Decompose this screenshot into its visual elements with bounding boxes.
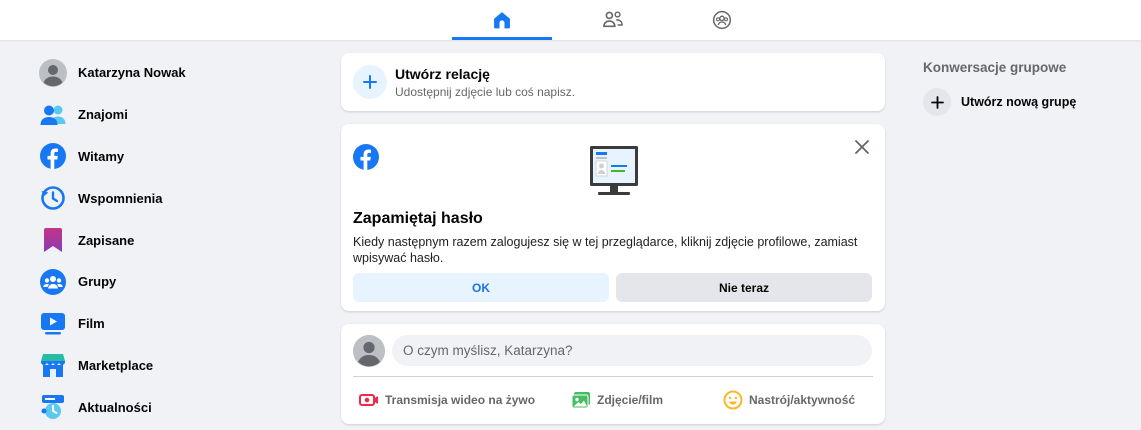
sidebar-item-welcome[interactable]: Witamy bbox=[30, 136, 300, 178]
memories-clock-icon bbox=[39, 184, 67, 212]
monitor-illustration bbox=[581, 144, 647, 205]
tab-groups[interactable] bbox=[672, 0, 772, 40]
photo-video-label: Zdjęcie/film bbox=[597, 393, 664, 407]
sidebar-item-label: Zapisane bbox=[78, 232, 135, 248]
sidebar-item-friends[interactable]: Znajomi bbox=[30, 94, 300, 136]
top-navigation bbox=[0, 0, 1141, 40]
divider bbox=[353, 376, 873, 377]
sidebar-item-saved[interactable]: Zapisane bbox=[30, 219, 300, 261]
sidebar-item-video[interactable]: Film bbox=[30, 303, 300, 345]
sidebar-item-label: Znajomi bbox=[78, 107, 128, 123]
bookmark-icon bbox=[39, 226, 67, 254]
groups-icon bbox=[39, 268, 67, 296]
story-title: Utwórz relację bbox=[395, 66, 490, 82]
create-story-card[interactable]: Utwórz relację Udostępnij zdjęcie lub co… bbox=[341, 53, 885, 111]
sidebar-item-profile[interactable]: Katarzyna Nowak bbox=[30, 52, 300, 94]
marketplace-icon bbox=[39, 351, 67, 379]
group-conversations-title: Konwersacje grupowe bbox=[923, 60, 1067, 75]
news-feed-icon bbox=[39, 393, 67, 421]
sidebar-item-news-feed[interactable]: Aktualności bbox=[30, 386, 300, 428]
remember-title: Zapamiętaj hasło bbox=[353, 210, 483, 227]
feeling-activity-button[interactable]: Nastrój/aktywność bbox=[723, 386, 855, 414]
sidebar-item-label: Aktualności bbox=[78, 399, 152, 415]
sidebar-item-label: Grupy bbox=[78, 274, 117, 290]
feeling-icon bbox=[723, 390, 743, 410]
home-icon bbox=[494, 12, 510, 29]
photo-video-button[interactable]: Zdjęcie/film bbox=[571, 386, 663, 414]
not-now-button[interactable]: Nie teraz bbox=[616, 273, 872, 302]
close-icon bbox=[855, 140, 869, 154]
live-video-button[interactable]: Transmisja wideo na żywo bbox=[359, 386, 535, 414]
ok-button[interactable]: OK bbox=[353, 273, 609, 302]
sidebar-item-label: Marketplace bbox=[78, 357, 154, 373]
sidebar-item-label: Witamy bbox=[78, 148, 125, 164]
live-video-label: Transmisja wideo na żywo bbox=[385, 393, 536, 407]
close-button[interactable] bbox=[851, 136, 873, 158]
plus-icon bbox=[923, 88, 951, 116]
plus-icon bbox=[353, 65, 387, 99]
photo-icon bbox=[571, 391, 591, 409]
sidebar-item-groups[interactable]: Grupy bbox=[30, 261, 300, 303]
friends-icon bbox=[603, 11, 623, 28]
sidebar-item-memories[interactable]: Wspomnienia bbox=[30, 177, 300, 219]
left-sidebar: Katarzyna Nowak Znajomi Witamy Wspomnien… bbox=[30, 52, 300, 428]
tab-friends[interactable] bbox=[563, 0, 663, 40]
tab-home[interactable] bbox=[452, 0, 552, 40]
groups-icon bbox=[712, 10, 732, 30]
story-subtitle: Udostępnij zdjęcie lub coś napisz. bbox=[395, 85, 576, 99]
remember-description: Kiedy następnym razem zalogujesz się w t… bbox=[353, 235, 858, 265]
sidebar-item-label: Katarzyna Nowak bbox=[78, 65, 186, 81]
friends-icon bbox=[39, 101, 67, 129]
create-new-group-button[interactable]: Utwórz nową grupę bbox=[923, 88, 1076, 116]
remember-password-card: Zapamiętaj hasło Kiedy następnym razem z… bbox=[341, 124, 885, 311]
sidebar-item-label: Film bbox=[78, 316, 105, 332]
post-composer-card: O czym myślisz, Katarzyna? Transmisja wi… bbox=[341, 324, 885, 424]
create-new-group-label: Utwórz nową grupę bbox=[961, 95, 1077, 109]
sidebar-item-marketplace[interactable]: Marketplace bbox=[30, 345, 300, 387]
avatar bbox=[39, 58, 67, 87]
whats-on-your-mind-input[interactable]: O czym myślisz, Katarzyna? bbox=[392, 335, 872, 366]
facebook-icon bbox=[39, 142, 67, 170]
video-icon bbox=[39, 310, 67, 338]
facebook-icon bbox=[353, 144, 379, 175]
sidebar-item-label: Wspomnienia bbox=[78, 190, 163, 206]
avatar[interactable] bbox=[353, 335, 385, 367]
feeling-activity-label: Nastrój/aktywność bbox=[749, 393, 856, 407]
live-video-icon bbox=[359, 392, 379, 408]
